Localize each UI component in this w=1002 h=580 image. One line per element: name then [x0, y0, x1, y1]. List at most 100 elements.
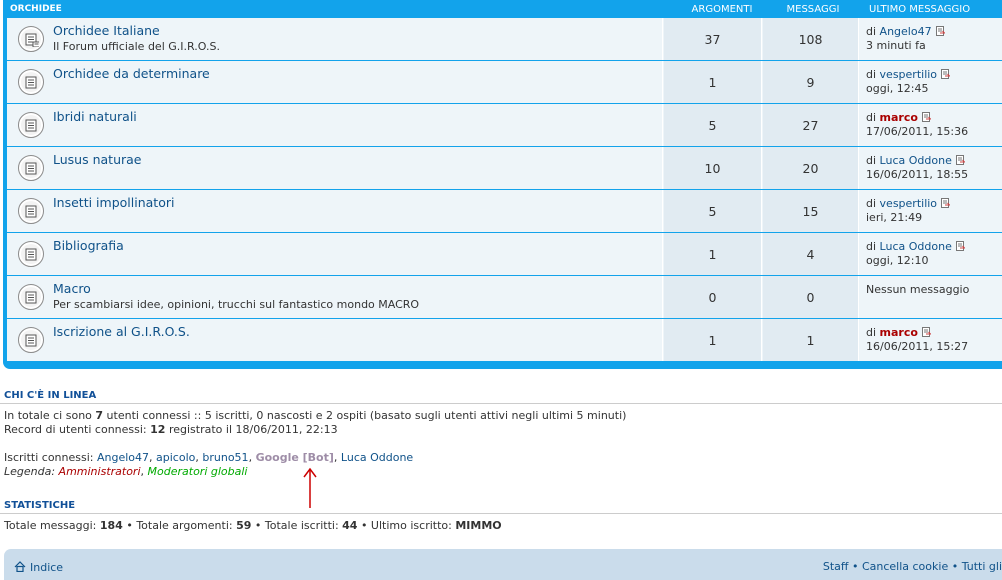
- forum-title-link[interactable]: Bibliografia: [53, 238, 124, 253]
- topics-count: 1: [708, 333, 717, 348]
- last-post-time: oggi, 12:10: [866, 254, 929, 267]
- last-post-cell: di vespertilio oggi, 12:45: [860, 61, 1002, 103]
- online-user-link[interactable]: bruno51: [202, 451, 248, 464]
- posts-cell: 20: [763, 147, 859, 189]
- forum-title-link[interactable]: Orchidee Italiane: [53, 23, 160, 38]
- topics-cell: 10: [664, 147, 762, 189]
- posts-cell: 1: [763, 319, 859, 361]
- posts-cell: 9: [763, 61, 859, 103]
- last-post-time: ieri, 21:49: [866, 211, 923, 224]
- all-times-link[interactable]: Tutti gli: [962, 560, 1002, 573]
- last-post-author-link[interactable]: marco: [880, 111, 918, 124]
- topics-count: 5: [708, 118, 717, 133]
- online-legend: Legenda: Amministratori, Moderatori glob…: [4, 465, 248, 478]
- forum-read-icon: [18, 284, 44, 310]
- topics-column-header: ARGOMENTI: [691, 4, 753, 15]
- legend-admin: Amministratori: [58, 465, 141, 478]
- forum-title-link[interactable]: Orchidee da determinare: [53, 66, 210, 81]
- last-post-time: 17/06/2011, 15:36: [866, 125, 969, 138]
- online-divider: [0, 403, 1002, 404]
- forum-row: Lusus naturae 10 20 di Luca Oddone 16/06…: [7, 147, 1002, 189]
- view-latest-post-icon[interactable]: [941, 198, 951, 208]
- topics-count: 5: [708, 204, 717, 219]
- forum-description: Il Forum ufficiale del G.I.R.O.S.: [53, 40, 220, 53]
- newest-member-link[interactable]: MIMMO: [455, 519, 501, 532]
- forum-title-link[interactable]: Macro: [53, 281, 91, 296]
- last-post-author-link[interactable]: marco: [880, 326, 918, 339]
- last-post-time: 16/06/2011, 15:27: [866, 340, 969, 353]
- forum-read-icon: [18, 112, 44, 138]
- last-post-time: 16/06/2011, 18:55: [866, 168, 969, 181]
- forum-read-icon: [18, 198, 44, 224]
- view-latest-post-icon[interactable]: [955, 155, 965, 165]
- topics-cell: 5: [664, 104, 762, 146]
- forum-cell: Lusus naturae: [7, 147, 663, 189]
- online-user-link[interactable]: apicolo: [156, 451, 195, 464]
- last-post-author-link[interactable]: vespertilio: [880, 68, 938, 81]
- posts-count: 27: [802, 118, 819, 133]
- view-latest-post-icon[interactable]: [941, 69, 951, 79]
- forum-row: Macro Per scambiarsi idee, opinioni, tru…: [7, 276, 1002, 318]
- forum-subforum-icon: [18, 26, 44, 52]
- forum-row: Orchidee Italiane Il Forum ufficiale del…: [7, 18, 1002, 60]
- topics-cell: 1: [664, 233, 762, 275]
- view-latest-post-icon[interactable]: [935, 26, 945, 36]
- online-users: Iscritti connessi: Angelo47, apicolo, br…: [4, 451, 414, 464]
- posts-count: 0: [806, 290, 815, 305]
- last-post-author-line: di vespertilio: [866, 197, 951, 210]
- topics-count: 37: [704, 32, 721, 47]
- forum-cell: Ibridi naturali: [7, 104, 663, 146]
- last-post-author-line: di Angelo47: [866, 25, 945, 38]
- last-post-cell: Nessun messaggio: [860, 276, 1002, 318]
- posts-cell: 108: [763, 18, 859, 60]
- view-latest-post-icon[interactable]: [955, 241, 965, 251]
- staff-link[interactable]: Staff: [823, 560, 849, 573]
- forum-read-icon: [18, 155, 44, 181]
- online-user-link[interactable]: Luca Oddone: [341, 451, 413, 464]
- forum-title-link[interactable]: Ibridi naturali: [53, 109, 137, 124]
- last-post-time: oggi, 12:45: [866, 82, 929, 95]
- online-bot-link[interactable]: Google [Bot]: [256, 451, 334, 464]
- forum-cell: Iscrizione al G.I.R.O.S.: [7, 319, 663, 361]
- last-post-author-link[interactable]: Luca Oddone: [880, 240, 952, 253]
- last-post-author-line: di marco: [866, 111, 931, 124]
- online-user-link[interactable]: Angelo47: [97, 451, 149, 464]
- delete-cookies-link[interactable]: Cancella cookie: [862, 560, 948, 573]
- no-posts-text: Nessun messaggio: [866, 283, 970, 296]
- last-post-cell: di Angelo47 3 minuti fa: [860, 18, 1002, 60]
- forum-row: Orchidee da determinare 1 9 di vespertil…: [7, 61, 1002, 103]
- forum-title-link[interactable]: Lusus naturae: [53, 152, 141, 167]
- footer-links: Staff • Cancella cookie • Tutti gli: [822, 560, 1002, 573]
- forum-cell: Macro Per scambiarsi idee, opinioni, tru…: [7, 276, 663, 318]
- view-latest-post-icon[interactable]: [921, 327, 931, 337]
- last-post-author-link[interactable]: vespertilio: [880, 197, 938, 210]
- last-post-author-line: di Luca Oddone: [866, 154, 965, 167]
- forum-read-icon: [18, 241, 44, 267]
- footer-navbar: Indice Staff • Cancella cookie • Tutti g…: [4, 549, 1002, 580]
- legend-mod: Moderatori globali: [147, 465, 248, 478]
- category-header[interactable]: ORCHIDEE: [10, 4, 62, 14]
- last-post-author-line: di vespertilio: [866, 68, 951, 81]
- forum-row: Ibridi naturali 5 27 di marco 17/06/2011…: [7, 104, 1002, 146]
- last-post-cell: di Luca Oddone oggi, 12:10: [860, 233, 1002, 275]
- view-latest-post-icon[interactable]: [921, 112, 931, 122]
- last-post-cell: di marco 16/06/2011, 15:27: [860, 319, 1002, 361]
- last-post-author-link[interactable]: Luca Oddone: [880, 154, 952, 167]
- posts-count: 1: [806, 333, 815, 348]
- last-post-time: 3 minuti fa: [866, 39, 926, 52]
- online-total: In totale ci sono 7 utenti connessi :: 5…: [4, 409, 627, 422]
- online-section-title[interactable]: CHI C'È IN LINEA: [4, 390, 96, 401]
- last-post-column-header: ULTIMO MESSAGGIO: [869, 4, 971, 15]
- last-post-author-line: di Luca Oddone: [866, 240, 965, 253]
- last-post-author-link[interactable]: Angelo47: [880, 25, 932, 38]
- forum-title-link[interactable]: Insetti impollinatori: [53, 195, 174, 210]
- posts-cell: 4: [763, 233, 859, 275]
- forum-read-icon: [18, 69, 44, 95]
- topics-cell: 5: [664, 190, 762, 232]
- home-link[interactable]: Indice: [14, 561, 63, 574]
- posts-cell: 0: [763, 276, 859, 318]
- posts-count: 108: [798, 32, 823, 47]
- posts-count: 9: [806, 75, 815, 90]
- last-post-author-line: di marco: [866, 326, 931, 339]
- forum-title-link[interactable]: Iscrizione al G.I.R.O.S.: [53, 324, 190, 339]
